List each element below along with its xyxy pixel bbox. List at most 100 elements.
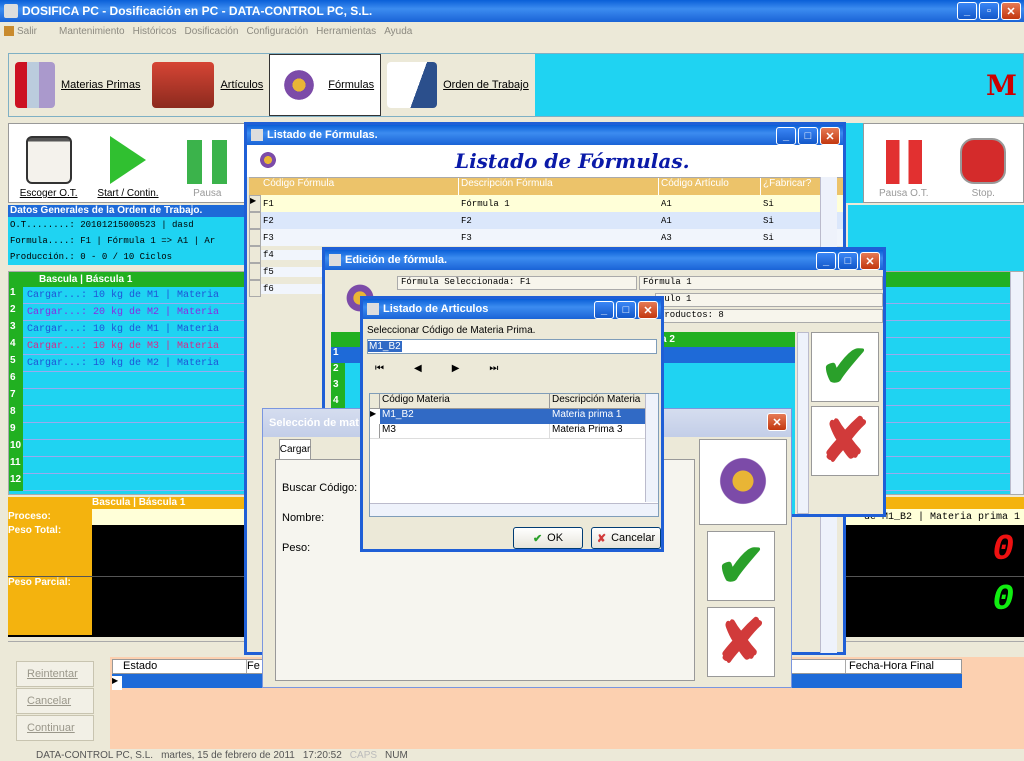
bascula-carga: Cargar...: 10 kg de M2 | Materia xyxy=(27,357,220,369)
fe-col: Fe xyxy=(247,660,263,673)
menu-historicos[interactable]: Históricos xyxy=(133,26,177,37)
check-icon: ✔ xyxy=(819,333,871,400)
articulos-vscroll[interactable] xyxy=(645,394,658,502)
status-num: NUM xyxy=(385,749,408,761)
la-minimize-button[interactable]: _ xyxy=(594,301,614,319)
col-codigo-articulo[interactable]: Código Artículo xyxy=(659,178,761,195)
seleccion-cancel-button[interactable]: ✘ xyxy=(707,607,775,677)
edicion-accept-button[interactable]: ✔ xyxy=(811,332,879,402)
status-caps: CAPS xyxy=(349,749,378,761)
pausa-ot-button[interactable]: Pausa O.T. xyxy=(864,124,944,202)
escoger-ot-button[interactable]: Escoger O.T. xyxy=(9,124,88,202)
ef-maximize-button[interactable]: □ xyxy=(838,252,858,270)
seleccion-close-button[interactable]: ✕ xyxy=(767,413,787,431)
formula-row[interactable]: F3 F3 A3 Si xyxy=(249,229,843,246)
check-icon: ✔ xyxy=(715,532,767,599)
close-button[interactable]: ✕ xyxy=(1001,2,1021,20)
restore-button[interactable]: ▫ xyxy=(979,2,999,20)
row-indicator xyxy=(249,212,261,229)
materias-primas-button[interactable]: Materias Primas xyxy=(9,54,147,116)
articulo-row-2[interactable]: M3 Materia Prima 3 xyxy=(370,424,658,439)
edicion-row-3[interactable]: 3 xyxy=(331,379,345,395)
formula-cell: Fórmula 1 xyxy=(461,198,510,209)
articulo-row-1[interactable]: ▶ M1_B2 Materia prima 1 xyxy=(370,409,658,424)
listado-formulas-title: Listado de Fórmulas. xyxy=(267,129,378,141)
peso-parcial-label: Peso Parcial: xyxy=(8,577,92,635)
articulos-button[interactable]: Artículos xyxy=(146,54,270,116)
estado-col: Estado xyxy=(113,660,247,673)
cancelar-dialog-button[interactable]: ✘ Cancelar xyxy=(591,527,661,549)
materia-edit-button[interactable] xyxy=(699,439,787,525)
bascula-row-number: 3 xyxy=(9,320,23,338)
stop-button[interactable]: Stop. xyxy=(944,124,1024,202)
bascula-row-number: 12 xyxy=(9,473,23,491)
cancelar-button[interactable]: Cancelar xyxy=(16,688,94,714)
datos-produccion: Producción.: 0 - 0 / 10 Ciclos xyxy=(10,252,173,262)
reintentar-button[interactable]: Reintentar xyxy=(16,661,94,687)
row-indicator xyxy=(249,246,261,263)
productos-field: Productos: 8 xyxy=(655,309,883,323)
fecha-final-col: Fecha-Hora Final xyxy=(845,660,961,673)
edicion-cancel-button[interactable]: ✘ xyxy=(811,406,879,476)
continuar-button[interactable]: Continuar xyxy=(16,715,94,741)
nav-buttons: ⏮ ◀ ▶ ⏭ xyxy=(363,357,661,374)
listado-articulos-window: Listado de Articulos _ □ ✕ Seleccionar Cód… xyxy=(360,296,664,552)
flask-icon xyxy=(15,62,55,108)
ok-button[interactable]: ✔ OK xyxy=(513,527,583,549)
last-record-icon[interactable]: ⏭ xyxy=(489,363,498,374)
menu-salir[interactable]: Salir xyxy=(4,26,37,37)
minimize-button[interactable]: _ xyxy=(957,2,977,20)
molecule-pencil-icon xyxy=(710,448,776,514)
formulas-small-icon xyxy=(257,149,279,171)
col-fabricar[interactable]: ¿Fabricar? xyxy=(761,178,811,195)
start-contin-button[interactable]: Start / Contin. xyxy=(88,124,167,202)
bascula-carga: Cargar...: 10 kg de M3 | Materia xyxy=(27,340,220,352)
codigo-input[interactable]: M1_B2 xyxy=(368,341,402,352)
listado-formulas-heading: Listado de Fórmulas. xyxy=(455,149,690,173)
formula-cell: F3 xyxy=(461,232,472,243)
formula-row[interactable]: F2 F2 A1 Si xyxy=(249,212,843,229)
menu-herramientas[interactable]: Herramientas xyxy=(316,26,376,37)
ef-close-button[interactable]: ✕ xyxy=(860,252,880,270)
col-descripcion-materia[interactable]: Descripción Materia xyxy=(550,394,644,408)
formula-row[interactable]: ▶ F1 Fórmula 1 A1 Si xyxy=(249,195,843,212)
articulos-grid: Código Materia Descripción Materia ▶ M1_… xyxy=(369,393,659,517)
articulos-hscroll[interactable] xyxy=(370,503,658,516)
bascula-row-number: 5 xyxy=(9,354,23,372)
lf-close-button[interactable]: ✕ xyxy=(820,127,840,145)
menu-mantenimiento[interactable]: Mantenimiento xyxy=(59,26,125,37)
la-close-button[interactable]: ✕ xyxy=(638,301,658,319)
col-codigo-materia[interactable]: Código Materia xyxy=(380,394,550,408)
ef-minimize-button[interactable]: _ xyxy=(816,252,836,270)
lf-maximize-button[interactable]: □ xyxy=(798,127,818,145)
pausa-button[interactable]: Pausa xyxy=(168,124,247,202)
menu-ayuda[interactable]: Ayuda xyxy=(384,26,412,37)
row-indicator xyxy=(249,263,261,280)
tab-cargar[interactable]: Cargar xyxy=(279,439,311,459)
seleccion-accept-button[interactable]: ✔ xyxy=(707,531,775,601)
bascula-row-number: 8 xyxy=(9,405,23,423)
edicion-row-2[interactable]: 2 xyxy=(331,363,345,379)
formula-cell: F2 xyxy=(461,215,472,226)
bascula-row-number: 4 xyxy=(9,337,23,355)
formula-cell: Si xyxy=(763,215,774,226)
bascula-carga: Cargar...: 20 kg de M2 | Materia xyxy=(27,306,220,318)
menu-dosificacion[interactable]: Dosificación xyxy=(185,26,239,37)
prev-record-icon[interactable]: ◀ xyxy=(414,363,422,374)
edicion-scrollbar[interactable] xyxy=(797,332,809,514)
next-record-icon[interactable]: ▶ xyxy=(452,363,460,374)
bascula-scrollbar[interactable] xyxy=(1010,272,1023,494)
col-descripcion-formula[interactable]: Descripción Fórmula xyxy=(459,178,659,195)
status-date: martes, 15 de febrero de 2011 xyxy=(161,749,295,761)
datos-ot: O.T........: 20101215000523 | dasd xyxy=(10,220,194,230)
hand-clipboard-icon xyxy=(25,136,72,184)
first-record-icon[interactable]: ⏮ xyxy=(375,363,384,374)
la-maximize-button[interactable]: □ xyxy=(616,301,636,319)
exit-icon xyxy=(4,26,14,36)
lf-minimize-button[interactable]: _ xyxy=(776,127,796,145)
formula-cell: A3 xyxy=(661,232,672,243)
formulas-button[interactable]: Fórmulas xyxy=(269,54,382,116)
col-codigo-formula[interactable]: Código Fórmula xyxy=(261,178,459,195)
menu-configuracion[interactable]: Configuración xyxy=(246,26,308,37)
orden-trabajo-button[interactable]: Orden de Trabajo xyxy=(381,54,535,116)
